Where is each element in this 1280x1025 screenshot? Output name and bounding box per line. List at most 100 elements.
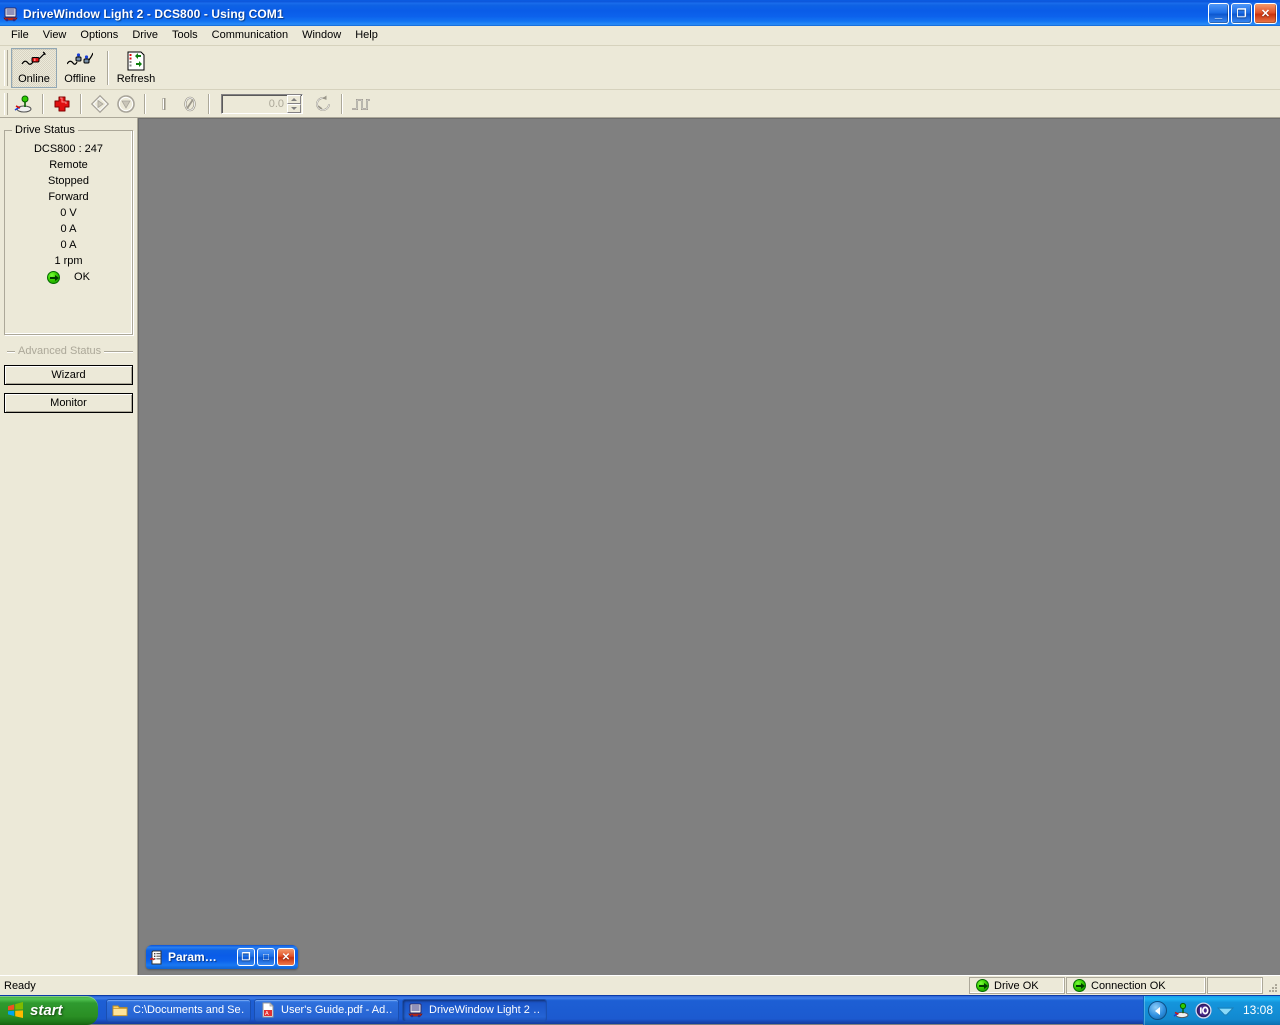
status-bar: Ready Drive OK Connection OK [0, 975, 1280, 995]
refresh-button-label: Refresh [116, 72, 156, 85]
resize-grip[interactable] [1264, 976, 1280, 995]
close-icon: ✕ [281, 951, 291, 963]
taskbar-item-pdf[interactable]: A User's Guide.pdf - Ad… [254, 998, 399, 1022]
title-bar: DriveWindow Light 2 - DCS800 - Using COM… [0, 0, 1280, 26]
drive-status-speed: 1 rpm [54, 255, 83, 267]
start-button-label: start [30, 1001, 63, 1019]
menu-item-window[interactable]: Window [295, 27, 348, 45]
main-body: Drive Status DCS800 : 247 Remote Stopped… [0, 118, 1280, 975]
drive-status-model: DCS800 : 247 [33, 143, 104, 155]
minimized-window-controls: ❐ □ ✕ [237, 948, 295, 966]
toolbar-grip[interactable] [4, 49, 8, 86]
menu-item-tools[interactable]: Tools [165, 27, 205, 45]
mdi-close-button[interactable]: ✕ [277, 948, 295, 966]
signal-step-button [348, 92, 374, 116]
drive-status-fault-line: OK [11, 269, 126, 285]
drive-app-icon [3, 6, 19, 22]
restore-icon: ❐ [241, 951, 251, 963]
taskbar-item-explorer[interactable]: C:\Documents and Se… [106, 998, 251, 1022]
reset-arrow-icon [313, 94, 333, 114]
status-sidebar: Drive Status DCS800 : 247 Remote Stopped… [0, 118, 138, 975]
green-arrow-icon [976, 979, 989, 992]
taskbar: start C:\Documents and Se… A User's Guid… [0, 995, 1280, 1025]
offline-button-label: Offline [64, 72, 96, 85]
drive-app-icon [408, 1002, 424, 1018]
status-panel-connection-label: Connection OK [1091, 979, 1166, 992]
power-on-button [151, 92, 177, 116]
clock[interactable]: 13:08 [1243, 1003, 1273, 1017]
mdi-restore-button[interactable]: ❐ [237, 948, 255, 966]
volume-icon[interactable] [1216, 1002, 1234, 1019]
monitor-button[interactable]: Monitor [4, 393, 133, 413]
wizard-button[interactable]: Wizard [4, 365, 133, 385]
menu-item-view[interactable]: View [36, 27, 74, 45]
offline-cable-icon [67, 51, 93, 73]
power-off-button [177, 92, 203, 116]
secondary-toolbar: 0.0 [0, 90, 1280, 118]
drive-status-current: 0 A [60, 223, 77, 235]
monitor-button-label: Monitor [50, 397, 87, 409]
spinner-down-button[interactable] [287, 103, 301, 113]
toolbar-separator [107, 50, 109, 85]
menu-item-help[interactable]: Help [348, 27, 385, 45]
menu-bar: File View Options Drive Tools Communicat… [0, 26, 1280, 46]
minimize-icon: _ [1214, 5, 1223, 20]
refresh-list-icon [123, 51, 149, 73]
close-button[interactable]: ✕ [1254, 3, 1277, 24]
drive-status-title: Drive Status [12, 124, 78, 136]
pdf-icon: A [260, 1002, 276, 1018]
io-device-icon[interactable] [1195, 1001, 1212, 1019]
window-title: DriveWindow Light 2 - DCS800 - Using COM… [23, 6, 284, 21]
toolbar-separator [341, 93, 343, 114]
reset-reference-button [310, 92, 336, 116]
drive-status-fault-text: OK [74, 271, 90, 283]
spinner-arrows[interactable] [287, 94, 301, 113]
spinner-up-button[interactable] [287, 94, 301, 104]
main-toolbar: Online Offline Refresh [0, 46, 1280, 90]
network-drive-icon[interactable] [1173, 1002, 1190, 1019]
show-hidden-icons-icon[interactable] [1147, 1000, 1167, 1020]
stop-sign-icon [116, 94, 136, 114]
online-cable-icon [21, 50, 47, 73]
green-arrow-icon [1073, 979, 1086, 992]
minimized-window-title: Param… [168, 950, 217, 964]
maximize-icon: □ [262, 951, 270, 963]
add-item-button[interactable] [49, 92, 75, 116]
parameter-window-icon [150, 950, 165, 965]
online-button[interactable]: Online [11, 47, 57, 88]
online-button-label: Online [18, 72, 50, 85]
chevron-up-icon [291, 97, 297, 101]
red-cross-add-icon [53, 95, 71, 113]
mdi-maximize-button[interactable]: □ [257, 948, 275, 966]
wizard-button-label: Wizard [51, 369, 86, 381]
restore-button[interactable]: ❐ [1231, 3, 1252, 24]
divider-left [7, 350, 15, 352]
windows-flag-icon [6, 1001, 25, 1020]
status-panel-connection: Connection OK [1066, 977, 1206, 994]
offline-button[interactable]: Offline [57, 48, 103, 88]
power-off-icon [182, 95, 198, 113]
menu-item-drive[interactable]: Drive [125, 27, 165, 45]
toolbar-separator [80, 93, 82, 114]
connect-drive-button[interactable] [11, 92, 37, 116]
status-panel-drive: Drive OK [969, 977, 1065, 994]
menu-item-communication[interactable]: Communication [205, 27, 295, 45]
start-button[interactable]: start [0, 995, 98, 1025]
toolbar-grip-secondary[interactable] [4, 92, 8, 115]
toolbar-separator [42, 93, 44, 114]
taskbar-item-drivewindow[interactable]: DriveWindow Light 2 … [402, 998, 547, 1022]
minimize-button[interactable]: _ [1208, 3, 1229, 24]
menu-item-file[interactable]: File [4, 27, 36, 45]
menu-item-options[interactable]: Options [73, 27, 125, 45]
reference-value[interactable]: 0.0 [222, 98, 287, 110]
start-drive-button [87, 92, 113, 116]
step-signal-icon [351, 95, 371, 113]
restore-icon: ❐ [1236, 8, 1247, 20]
drive-status-run-state: Stopped [48, 175, 89, 187]
mdi-workspace[interactable]: Param… ❐ □ ✕ [138, 118, 1280, 975]
drive-status-voltage: 0 V [60, 207, 77, 219]
refresh-button[interactable]: Refresh [113, 48, 159, 88]
minimized-parameter-window[interactable]: Param… ❐ □ ✕ [146, 945, 298, 969]
reference-spinner[interactable]: 0.0 [221, 93, 303, 114]
drive-status-group: Drive Status DCS800 : 247 Remote Stopped… [4, 124, 133, 335]
